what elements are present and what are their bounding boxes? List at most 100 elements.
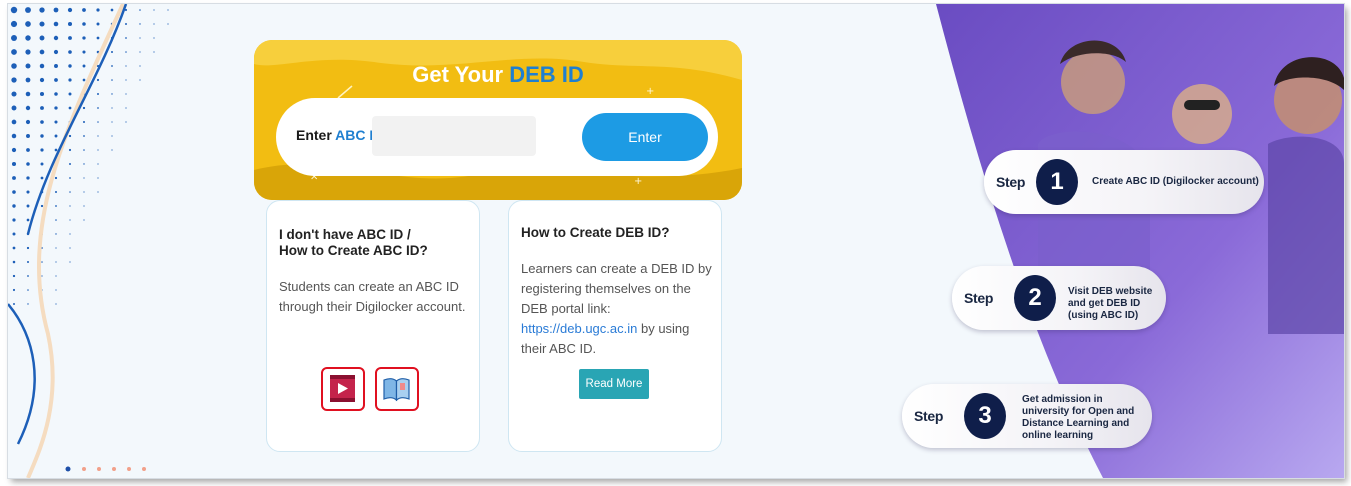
step-3-label: Step <box>914 408 944 424</box>
deb-id-help-text: Learners can create a DEB ID by register… <box>521 259 715 359</box>
decoration-dot <box>12 274 16 278</box>
decoration-dot <box>12 288 16 292</box>
decoration-dot <box>97 149 99 151</box>
decoration-dot <box>125 93 127 95</box>
decoration-dot <box>125 121 127 123</box>
decoration-dot <box>54 92 58 96</box>
decoration-dot <box>25 91 31 97</box>
decoration-dot <box>111 107 113 109</box>
read-more-button[interactable]: Read More <box>579 369 649 399</box>
decoration-dot <box>97 177 99 179</box>
decoration-dot <box>11 49 17 55</box>
decoration-dot <box>96 36 100 40</box>
decoration-dot <box>40 162 44 166</box>
decoration-dot <box>12 232 16 236</box>
decoration-dot <box>55 233 57 235</box>
decoration-dot <box>55 205 57 207</box>
decoration-dot <box>11 63 17 69</box>
step-1-text: Create ABC ID (Digilocker account) <box>1092 176 1259 187</box>
decoration-dot <box>11 161 17 167</box>
abc-id-label-prefix: Enter <box>296 127 336 143</box>
deb-portal-link[interactable]: https://deb.ugc.ac.in <box>521 321 637 336</box>
guide-document-button[interactable] <box>375 367 419 411</box>
step-1-card: Step 1 Create ABC ID (Digilocker account… <box>984 150 1264 214</box>
decoration-dot <box>69 205 71 207</box>
hero-title-accent: DEB ID <box>509 62 584 87</box>
decoration-dot <box>68 148 72 152</box>
decoration-dot <box>12 260 16 264</box>
dot-pattern-decoration <box>8 4 169 478</box>
decoration-dot <box>97 121 99 123</box>
decoration-dot <box>125 65 127 67</box>
decoration-dot <box>26 246 30 250</box>
decoration-dot <box>25 105 31 111</box>
decoration-dot <box>82 106 86 110</box>
decoration-dot <box>139 9 141 11</box>
decoration-dot <box>153 9 155 11</box>
decoration-dot <box>167 23 169 25</box>
decoration-dot <box>13 303 15 305</box>
decoration-dot <box>111 65 113 67</box>
decoration-dot <box>139 79 141 81</box>
decoration-dot <box>110 50 114 54</box>
enter-button[interactable]: Enter <box>582 113 708 161</box>
decoration-dot <box>40 120 44 124</box>
decoration-dot <box>39 91 45 97</box>
decoration-dot <box>55 289 57 291</box>
decoration-dot <box>83 205 85 207</box>
decoration-dot <box>25 63 31 69</box>
decoration-dot <box>12 218 16 222</box>
book-icon <box>383 378 410 402</box>
decoration-dot <box>111 121 113 123</box>
decoration-dot <box>125 51 127 53</box>
abc-id-help-title: I don't have ABC ID / How to Create ABC I… <box>279 227 469 259</box>
decoration-dot <box>68 36 72 40</box>
decoration-dot <box>11 105 17 111</box>
decoration-dot <box>39 77 45 83</box>
decoration-dot <box>27 289 29 291</box>
decoration-dot <box>97 107 99 109</box>
decoration-dot <box>83 177 85 179</box>
decoration-dot <box>82 36 86 40</box>
decoration-dot <box>12 190 16 194</box>
decoration-dot <box>26 204 30 208</box>
video-tutorial-button[interactable] <box>321 367 365 411</box>
decoration-dot <box>82 8 86 12</box>
decoration-dot <box>40 106 44 110</box>
decoration-dot <box>139 51 141 53</box>
decoration-dot <box>11 35 17 41</box>
step-1-number: 1 <box>1036 159 1078 205</box>
decoration-dot <box>39 21 45 27</box>
step-2-label: Step <box>964 290 994 306</box>
decoration-dot <box>26 162 30 166</box>
step-2-card: Step 2 Visit DEB website and get DEB ID … <box>952 266 1166 330</box>
decoration-dot <box>25 35 31 41</box>
decoration-dot <box>153 51 155 53</box>
video-play-icon <box>330 375 355 402</box>
decoration-dot <box>26 134 30 138</box>
decoration-dot <box>69 177 71 179</box>
decoration-dot <box>69 261 71 263</box>
carousel-dots[interactable] <box>64 461 154 472</box>
decoration-dot <box>68 92 72 96</box>
decoration-dot <box>125 23 127 25</box>
decoration-dot <box>27 303 29 305</box>
decoration-dot <box>11 77 17 83</box>
decoration-dot <box>139 23 141 25</box>
decoration-dot <box>10 6 18 14</box>
decoration-dot <box>68 64 72 68</box>
step-3-number: 3 <box>964 393 1006 439</box>
abc-id-input[interactable] <box>372 116 536 156</box>
decoration-dot <box>53 21 59 27</box>
decoration-dot <box>153 23 155 25</box>
decoration-dot <box>68 50 72 54</box>
decoration-dot <box>97 135 99 137</box>
decoration-dot <box>125 79 127 81</box>
decoration-dot <box>111 79 113 81</box>
decoration-dot <box>54 148 58 152</box>
decoration-dot <box>26 218 30 222</box>
decoration-dot <box>153 37 155 39</box>
decoration-dot <box>39 63 45 69</box>
step-1-label: Step <box>996 174 1026 190</box>
decoration-dot <box>97 191 99 193</box>
